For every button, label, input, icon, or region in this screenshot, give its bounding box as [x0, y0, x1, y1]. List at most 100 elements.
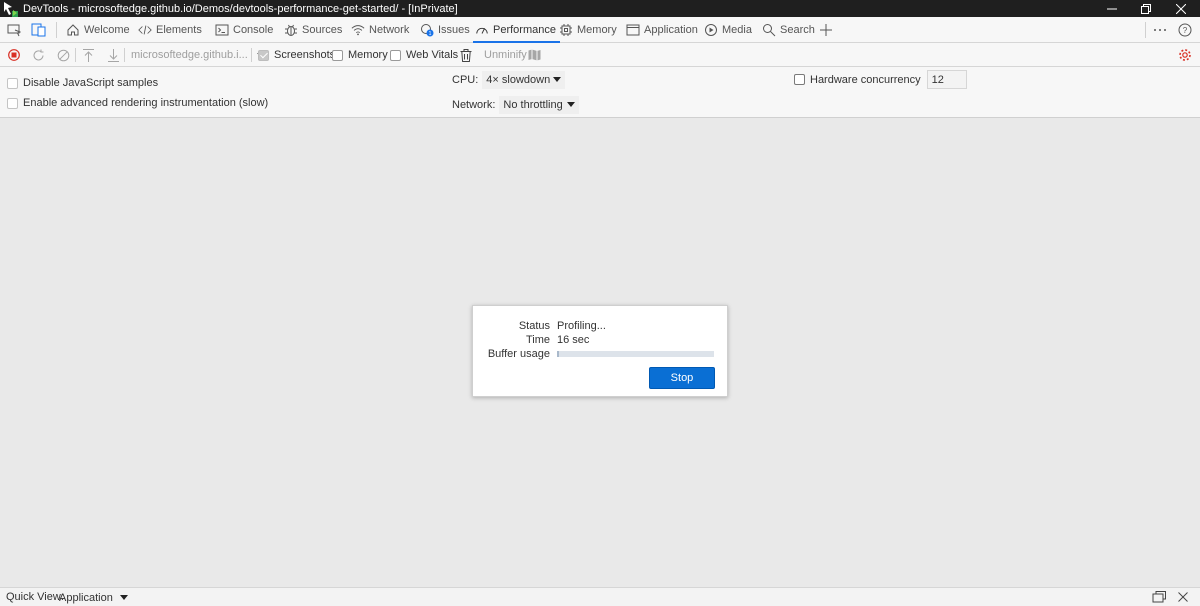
hardware-concurrency-checkbox[interactable]: Hardware concurrency 12 — [794, 69, 967, 90]
status-label: Status — [518, 320, 550, 332]
cpu-throttling-value: 4× slowdown — [486, 73, 551, 86]
console-icon — [215, 23, 229, 37]
chevron-down-icon — [553, 77, 562, 82]
profile-select[interactable]: microsoftedge.github.i... — [131, 43, 265, 67]
minimize-icon[interactable] — [1093, 0, 1131, 17]
tab-label: Console — [233, 24, 274, 36]
play-icon — [704, 23, 718, 37]
close-icon[interactable] — [1162, 0, 1200, 17]
time-row: Time 16 sec — [473, 334, 589, 346]
cpu-label: CPU: — [452, 73, 479, 86]
home-icon — [66, 23, 80, 37]
window-titlebar: DevTools - microsoftedge.github.io/Demos… — [0, 0, 1200, 17]
upload-profile-icon[interactable] — [83, 43, 94, 67]
buffer-usage-bar — [557, 351, 714, 357]
screenshots-label: Screenshots — [274, 49, 336, 61]
close-drawer-icon[interactable] — [1178, 592, 1188, 605]
status-row: Status Profiling... — [473, 320, 606, 332]
more-options-icon[interactable] — [1153, 17, 1167, 43]
buffer-usage-fill — [557, 351, 559, 357]
memory-checkbox[interactable]: Memory — [332, 43, 388, 67]
profile-select-value: microsoftedge.github.i... — [131, 49, 248, 61]
trash-icon[interactable] — [460, 43, 472, 67]
window-title: DevTools - microsoftedge.github.io/Demos… — [23, 2, 458, 15]
tab-label: Search — [780, 24, 815, 36]
network-throttling-value: No throttling — [503, 98, 563, 111]
web-vitals-checkbox[interactable]: Web Vitals — [390, 43, 458, 67]
tab-label: Issues — [438, 24, 470, 36]
tab-search[interactable]: Search — [762, 17, 815, 43]
tab-label: Elements — [156, 24, 202, 36]
hardware-concurrency-input[interactable]: 12 — [926, 70, 967, 89]
quick-view-select[interactable]: Application — [59, 589, 128, 606]
tab-label: Welcome — [84, 24, 130, 36]
disable-js-samples-checkbox[interactable]: Disable JavaScript samples — [7, 77, 158, 89]
memory-label: Memory — [348, 49, 388, 61]
tab-elements[interactable]: Elements — [138, 17, 202, 43]
buffer-row: Buffer usage — [473, 348, 714, 360]
tab-label: Performance — [493, 24, 556, 36]
svg-text:?: ? — [1183, 26, 1188, 35]
issues-icon: 1 — [420, 23, 434, 37]
buffer-usage-label: Buffer usage — [487, 348, 550, 360]
web-vitals-label: Web Vitals — [406, 49, 459, 61]
stop-button[interactable]: Stop — [649, 367, 715, 389]
download-profile-icon[interactable] — [108, 43, 119, 67]
window-icon — [626, 23, 640, 37]
clear-icon[interactable] — [57, 43, 70, 67]
code-icon — [138, 23, 152, 37]
tab-console[interactable]: Console — [215, 17, 273, 43]
inspect-element-icon[interactable] — [7, 17, 21, 43]
tab-welcome[interactable]: Welcome — [66, 17, 130, 43]
capture-settings-gear-icon[interactable] — [1178, 43, 1192, 67]
time-value: 16 sec — [557, 334, 590, 346]
gauge-icon — [475, 23, 489, 37]
tab-label: Sources — [302, 24, 343, 36]
tab-issues[interactable]: 1 Issues — [420, 17, 470, 43]
devtools-tabbar: Welcome Elements Console Sources Network… — [0, 17, 1200, 43]
restore-icon[interactable] — [1127, 0, 1165, 17]
checkbox-box — [390, 49, 401, 61]
time-label: Time — [525, 334, 550, 346]
screenshots-checkbox[interactable]: Screenshots — [258, 43, 335, 67]
tab-label: Memory — [577, 24, 617, 36]
tab-performance[interactable]: Performance — [473, 17, 560, 43]
tab-network[interactable]: Network — [351, 17, 409, 43]
dock-icon[interactable] — [1152, 590, 1168, 606]
toolbar-divider — [124, 48, 125, 62]
toolbar-divider — [251, 48, 252, 62]
tab-media[interactable]: Media — [704, 17, 752, 43]
checkbox-box — [7, 97, 18, 109]
cpu-throttling: CPU: 4× slowdown — [452, 70, 566, 89]
devtools-logo-icon — [3, 1, 19, 17]
unminify-button[interactable]: Unminify — [484, 43, 527, 67]
network-throttling-select[interactable]: No throttling — [499, 95, 580, 114]
cpu-throttling-select[interactable]: 4× slowdown — [482, 70, 566, 89]
bug-icon — [284, 23, 298, 37]
tab-sources[interactable]: Sources — [284, 17, 342, 43]
help-icon[interactable]: ? — [1178, 17, 1192, 43]
tab-label: Application — [644, 24, 698, 36]
quick-view-value: Application — [59, 591, 113, 604]
hardware-concurrency-label: Hardware concurrency — [810, 73, 921, 86]
performance-toolbar: microsoftedge.github.i... Screenshots Me… — [0, 43, 1200, 67]
reload-record-icon[interactable] — [32, 43, 45, 67]
profiling-status-dialog: Status Profiling... Time 16 sec Buffer u… — [472, 305, 728, 397]
tab-label: Media — [722, 24, 752, 36]
map-icon[interactable] — [528, 43, 541, 67]
checkbox-box — [332, 49, 343, 61]
disable-js-samples-label: Disable JavaScript samples — [23, 77, 159, 89]
enable-rendering-label: Enable advanced rendering instrumentatio… — [23, 97, 269, 109]
device-emulation-icon[interactable] — [31, 17, 47, 43]
enable-rendering-checkbox[interactable]: Enable advanced rendering instrumentatio… — [7, 97, 268, 109]
quick-view-label: Quick View: — [6, 591, 64, 603]
tab-memory[interactable]: Memory — [559, 17, 617, 43]
chevron-down-icon — [567, 102, 576, 107]
network-throttling: Network: No throttling — [452, 95, 580, 114]
checkbox-box — [258, 49, 269, 61]
add-tab-icon[interactable] — [820, 17, 832, 43]
tab-application[interactable]: Application — [626, 17, 698, 43]
tab-label: Network — [369, 24, 410, 36]
record-icon[interactable] — [8, 43, 20, 67]
toolbar-divider — [75, 48, 76, 62]
